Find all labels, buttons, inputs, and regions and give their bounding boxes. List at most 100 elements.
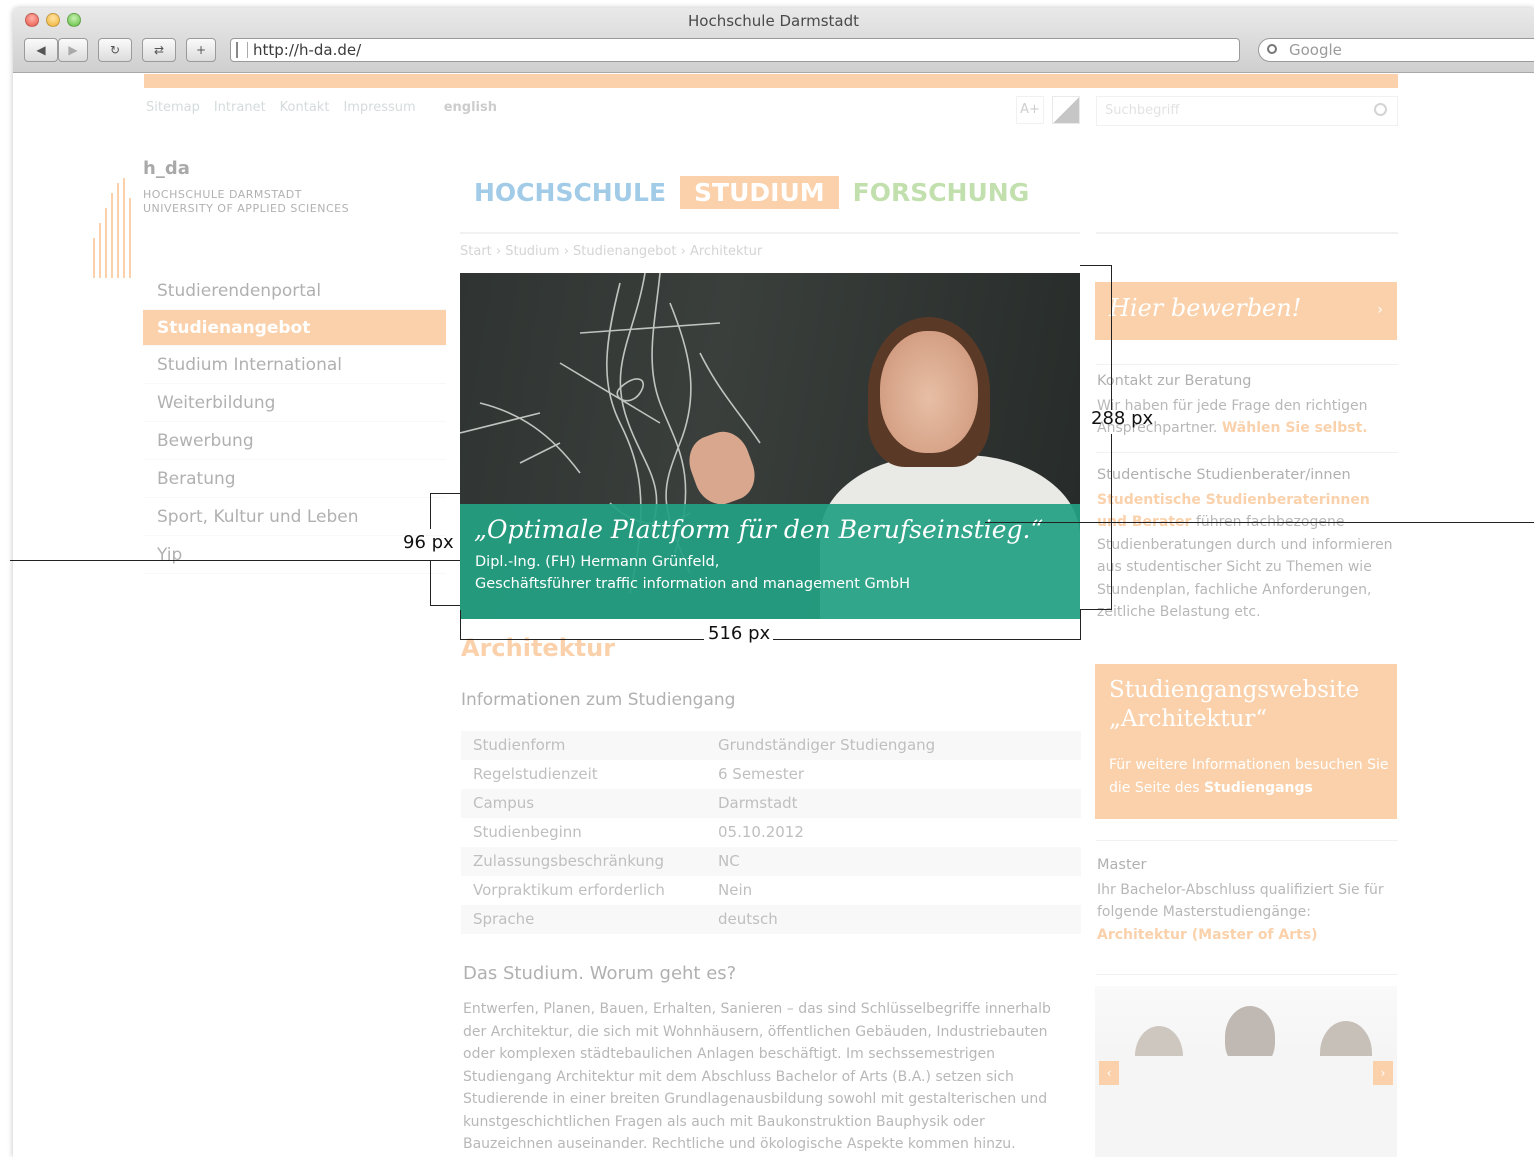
table-row: Studienbeginn 05.10.2012 <box>461 818 1081 847</box>
service-navigation: Sitemap Intranet Kontakt Impressum engli… <box>146 100 497 115</box>
sidebar-item-sport-kultur[interactable]: Sport, Kultur und Leben <box>143 498 446 536</box>
master-link[interactable]: Architektur (Master of Arts) <box>1097 927 1318 943</box>
student-advisors-block: Studentische Studienberater/innen Studen… <box>1097 464 1397 624</box>
divider <box>460 232 1080 234</box>
study-text: Entwerfen, Planen, Bauen, Erhalten, Sani… <box>463 1001 1051 1152</box>
info-table: Studienform Grundständiger Studiengang Re… <box>461 731 1081 934</box>
annotation-line <box>460 639 704 640</box>
divider <box>1096 452 1398 453</box>
breadcrumb[interactable]: Start › Studium › Studienangebot › Archi… <box>460 244 762 259</box>
title-bar: Hochschule Darmstadt ◀ ▶ ↻ ⇄ + http://h-… <box>13 8 1534 73</box>
forward-arrow-icon: ▶ <box>68 43 78 57</box>
master-title: Master <box>1097 857 1147 873</box>
table-row: Sprache deutsch <box>461 905 1081 934</box>
browser-search-placeholder: Google <box>1289 41 1342 59</box>
annotation-line <box>430 493 460 494</box>
author-line1: Dipl.-Ing. (FH) Hermann Grünfeld, <box>475 554 720 570</box>
program-website-link[interactable]: Studiengangs <box>1204 780 1313 796</box>
table-value: deutsch <box>718 910 778 928</box>
person-face <box>880 331 978 453</box>
annotation-line <box>1080 609 1111 610</box>
master-text: Ihr Bachelor-Abschluss qualifiziert Sie … <box>1097 881 1384 921</box>
table-row: Zulassungsbeschränkung NC <box>461 847 1081 876</box>
reload-button[interactable]: ↻ <box>98 38 132 62</box>
sidebar-item-studium-international[interactable]: Studium International <box>143 346 446 384</box>
divider <box>1096 974 1398 975</box>
divider <box>1096 840 1398 841</box>
sidebar-item-weiterbildung[interactable]: Weiterbildung <box>143 384 446 422</box>
table-key: Sprache <box>473 910 535 928</box>
table-row: Regelstudienzeit 6 Semester <box>461 760 1081 789</box>
apply-button[interactable]: Hier bewerben! › <box>1095 282 1397 340</box>
add-bookmark-button[interactable]: + <box>186 38 216 62</box>
reload-icon: ↻ <box>109 43 121 57</box>
master-block: Master Ihr Bachelor-Abschluss qualifizie… <box>1097 854 1397 946</box>
snapback-icon: ⇄ <box>153 43 165 57</box>
nav-forschung[interactable]: FORSCHUNG <box>853 178 1030 207</box>
slider-next-icon[interactable]: › <box>1373 1061 1393 1085</box>
table-value: 6 Semester <box>718 765 804 783</box>
annotation-line <box>1080 610 1081 640</box>
logo-subtitle-line1: HOCHSCHULE DARMSTADT <box>143 188 302 201</box>
sidebar-item-studienangebot[interactable]: Studienangebot <box>143 310 446 346</box>
nav-hochschule[interactable]: HOCHSCHULE <box>474 178 666 207</box>
guide-line <box>10 560 460 561</box>
contact-link[interactable]: Wählen Sie selbst. <box>1222 420 1368 436</box>
sidebar-item-yip[interactable]: Yip <box>143 536 446 574</box>
font-size-button[interactable]: A+ <box>1016 96 1044 124</box>
site-search-placeholder: Suchbegriff <box>1105 103 1180 118</box>
testimonial-author: Dipl.-Ing. (FH) Hermann Grünfeld, Geschä… <box>475 551 910 595</box>
sidebar-item-bewerbung[interactable]: Bewerbung <box>143 422 446 460</box>
table-value: NC <box>718 852 740 870</box>
top-link-intranet[interactable]: Intranet <box>214 100 266 115</box>
site-search-input[interactable]: Suchbegriff <box>1096 96 1398 126</box>
table-key: Studienbeginn <box>473 823 582 841</box>
logo-subtitle: HOCHSCHULE DARMSTADT UNIVERSITY OF APPLI… <box>143 188 349 216</box>
browser-search-field[interactable]: Google <box>1258 38 1534 62</box>
table-key: Zulassungsbeschränkung <box>473 852 665 870</box>
program-website-box[interactable]: Studiengangswebsite „Architektur“ Für we… <box>1095 664 1397 819</box>
table-row: Studienform Grundständiger Studiengang <box>461 731 1081 760</box>
top-link-kontakt[interactable]: Kontakt <box>280 100 330 115</box>
logo-mark-icon <box>53 178 133 278</box>
logo-name[interactable]: h_da <box>143 158 190 179</box>
contrast-toggle-button[interactable] <box>1052 96 1080 124</box>
search-icon <box>1374 103 1387 116</box>
nav-studium[interactable]: STUDIUM <box>680 176 839 209</box>
top-link-sitemap[interactable]: Sitemap <box>146 100 200 115</box>
top-accent-bar <box>144 74 1398 88</box>
annotation-line <box>430 560 431 605</box>
table-value: Darmstadt <box>718 794 798 812</box>
chevron-right-icon: › <box>1377 302 1383 318</box>
author-line2: Geschäftsführer traffic information and … <box>475 576 910 592</box>
slider-prev-icon[interactable]: ‹ <box>1099 1061 1119 1085</box>
advisors-title: Studentische Studienberater/innen <box>1097 467 1351 483</box>
top-link-impressum[interactable]: Impressum <box>343 100 415 115</box>
student-photo-slider[interactable]: ‹ › <box>1095 986 1397 1157</box>
language-link[interactable]: english <box>444 100 497 115</box>
info-heading: Informationen zum Studiengang <box>461 690 736 710</box>
back-button[interactable]: ◀ <box>24 38 58 62</box>
sidebar-item-studierendenportal[interactable]: Studierendenportal <box>143 272 446 310</box>
annotation-line <box>1111 265 1112 410</box>
sidebar-navigation: Studierendenportal Studienangebot Studiu… <box>143 272 446 574</box>
window-title: Hochschule Darmstadt <box>688 12 859 30</box>
annotation-line <box>1080 265 1111 266</box>
program-website-text: Für weitere Informationen besuchen Sie d… <box>1109 754 1389 800</box>
testimonial-quote: „Optimale Plattform für den Berufseinsti… <box>474 515 1044 544</box>
table-row: Campus Darmstadt <box>461 789 1081 818</box>
caption-height-annotation-label: 96 px <box>403 532 454 553</box>
table-key: Vorpraktikum erforderlich <box>473 881 665 899</box>
snapback-button[interactable]: ⇄ <box>142 38 176 62</box>
table-key: Studienform <box>473 736 566 754</box>
forward-button[interactable]: ▶ <box>58 38 88 62</box>
apply-label: Hier bewerben! <box>1109 294 1302 322</box>
height-annotation-label: 288 px <box>1091 408 1154 429</box>
annotation-line <box>460 610 461 640</box>
address-bar[interactable]: http://h-da.de/ <box>230 38 1240 62</box>
sidebar-item-beratung[interactable]: Beratung <box>143 460 446 498</box>
table-value: 05.10.2012 <box>718 823 804 841</box>
hero-teaser[interactable]: „Optimale Plattform für den Berufseinsti… <box>460 273 1080 619</box>
table-row: Vorpraktikum erforderlich Nein <box>461 876 1081 905</box>
guide-line <box>985 522 1534 523</box>
